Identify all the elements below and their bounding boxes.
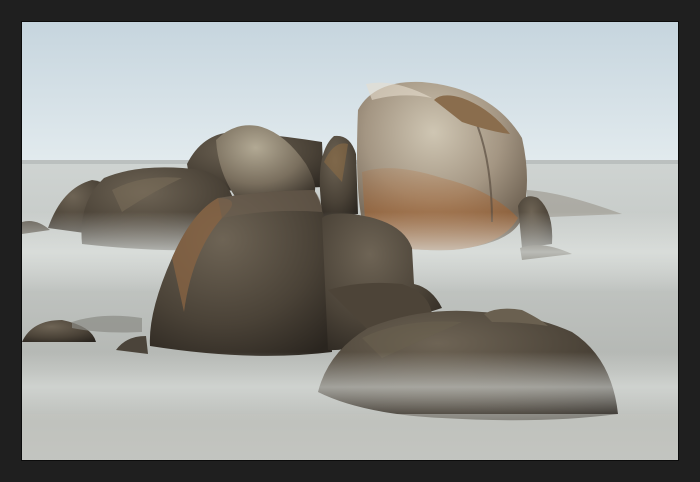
seascape-photo bbox=[21, 21, 679, 461]
seascape-image bbox=[22, 22, 678, 460]
foreground-water bbox=[22, 414, 678, 460]
photo-frame bbox=[0, 0, 700, 482]
mist-band-lower bbox=[22, 352, 678, 422]
